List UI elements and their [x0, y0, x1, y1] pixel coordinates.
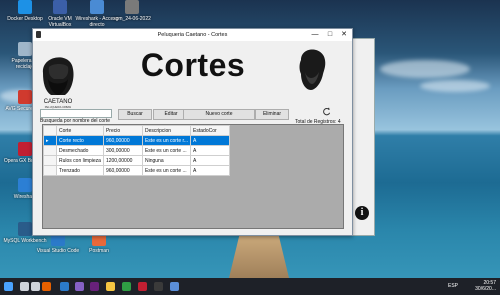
data-grid[interactable]: Corte Precio Descripcion EstadoCor ▸ Cort…	[42, 124, 344, 229]
brand-name: CAETANO	[44, 99, 73, 105]
system-clock[interactable]: 20:57 30/6/20...	[475, 280, 496, 292]
desktop-icon-label: sgm_24-06-2022	[113, 16, 151, 22]
app-window: Peluqueria Caetano - Cortes — □ ✕ CAETAN…	[32, 28, 353, 236]
table-cell[interactable]: A	[190, 135, 231, 146]
desktop-icon-image	[18, 42, 32, 56]
caetano-logo: CAETANO PELUQUERIA URBAN	[42, 57, 74, 109]
desktop-icon-image	[53, 0, 67, 14]
desktop-icon-image	[18, 178, 32, 192]
maximize-button[interactable]: □	[323, 29, 337, 41]
minimize-button[interactable]: —	[308, 29, 322, 41]
row-header[interactable]: ▸	[43, 135, 57, 146]
row-header[interactable]	[43, 155, 57, 166]
cortes-table: Corte Precio Descripcion EstadoCor ▸ Cort…	[43, 125, 231, 176]
column-header-estadocor[interactable]: EstadoCor	[190, 125, 231, 136]
table-cell[interactable]: Trenzado	[56, 165, 104, 176]
table-cell[interactable]: Desmechado	[56, 145, 104, 156]
row-header-corner	[43, 125, 57, 136]
close-button[interactable]: ✕	[337, 29, 351, 41]
desktop-icon-image	[18, 222, 32, 236]
file-explorer-icon[interactable]	[106, 282, 115, 291]
table-cell[interactable]: 1200,00000	[102, 155, 143, 166]
task-view-icon[interactable]	[31, 282, 40, 291]
table-row[interactable]: ▸ Corte recto 960,00000 Este es un corte r.…	[43, 135, 231, 146]
barber-silhouette-logo	[299, 49, 326, 90]
desktop-icon-image	[18, 90, 32, 104]
row-header[interactable]	[43, 165, 57, 176]
table-cell[interactable]: Rulos con limpieza	[56, 155, 104, 166]
table-cell[interactable]: 300,00000	[102, 145, 143, 156]
search-icon[interactable]	[20, 282, 29, 291]
table-cell[interactable]: Este es un corte r...	[141, 135, 192, 146]
table-row[interactable]: Rulos con limpieza 1200,00000 Ninguna A	[43, 155, 231, 166]
app-icon[interactable]	[170, 282, 179, 291]
desktop-icon-image	[18, 0, 32, 14]
column-header-precio[interactable]: Precio	[102, 125, 143, 136]
desktop-icon-image	[90, 0, 104, 14]
table-cell[interactable]: 960,00000	[102, 165, 143, 176]
eliminar-button[interactable]: Eliminar	[255, 109, 289, 120]
table-header-row: Corte Precio Descripcion EstadoCor	[43, 125, 231, 136]
table-body: ▸ Corte recto 960,00000 Este es un corte r.…	[43, 135, 231, 176]
chrome-icon[interactable]	[122, 282, 131, 291]
buscar-button[interactable]: Buscar	[118, 109, 152, 120]
firefox-icon[interactable]	[42, 282, 51, 291]
search-input[interactable]	[40, 109, 112, 118]
table-cell[interactable]: 960,00000	[102, 135, 143, 146]
table-cell[interactable]: A	[190, 165, 231, 176]
table-cell[interactable]: A	[190, 155, 231, 166]
opera-icon[interactable]	[138, 282, 147, 291]
table-cell[interactable]: Ninguna	[141, 155, 192, 166]
table-cell[interactable]: A	[190, 145, 231, 156]
page-title: Cortes	[140, 47, 246, 83]
language-indicator[interactable]: ESP	[448, 283, 458, 289]
taskbar: ESP 20:57 30/6/20...	[0, 278, 500, 295]
visual-studio-icon[interactable]	[75, 282, 84, 291]
wooden-pier	[228, 236, 290, 282]
desktop-icon-image	[18, 142, 32, 156]
cloud	[420, 80, 490, 92]
table-cell[interactable]: Este es un corte ...	[141, 145, 192, 156]
desktop-icon[interactable]: sgm_24-06-2022	[110, 0, 154, 22]
table-row[interactable]: Trenzado 960,00000 Este es un corte ... A	[43, 165, 231, 176]
visual-studio-icon-2[interactable]	[90, 282, 99, 291]
table-cell[interactable]: Este es un corte ...	[141, 165, 192, 176]
column-header-corte[interactable]: Corte	[56, 125, 104, 136]
row-header[interactable]	[43, 145, 57, 156]
cloud	[380, 60, 470, 78]
clock-date: 30/6/20...	[475, 286, 496, 292]
window-title: Peluqueria Caetano - Cortes	[157, 32, 228, 38]
terminal-icon[interactable]	[154, 282, 163, 291]
desktop-icon-label: Visual Studio Code	[36, 248, 80, 254]
desktop-icon-image	[125, 0, 139, 14]
info-icon[interactable]: i	[355, 206, 369, 220]
background-window[interactable]: i	[351, 38, 375, 236]
desktop-icon-label: Postman	[89, 248, 109, 254]
title-bar[interactable]: Peluqueria Caetano - Cortes — □ ✕	[33, 29, 352, 41]
table-row[interactable]: Desmechado 300,00000 Este es un corte ... A	[43, 145, 231, 156]
column-header-descripcion[interactable]: Descripcion	[141, 125, 192, 136]
table-cell[interactable]: Corte recto	[56, 135, 104, 146]
vscode-icon[interactable]	[60, 282, 69, 291]
start-icon[interactable]	[4, 282, 13, 291]
refresh-icon[interactable]	[322, 107, 331, 116]
nuevo-corte-button[interactable]: Nuevo corte	[183, 109, 255, 120]
